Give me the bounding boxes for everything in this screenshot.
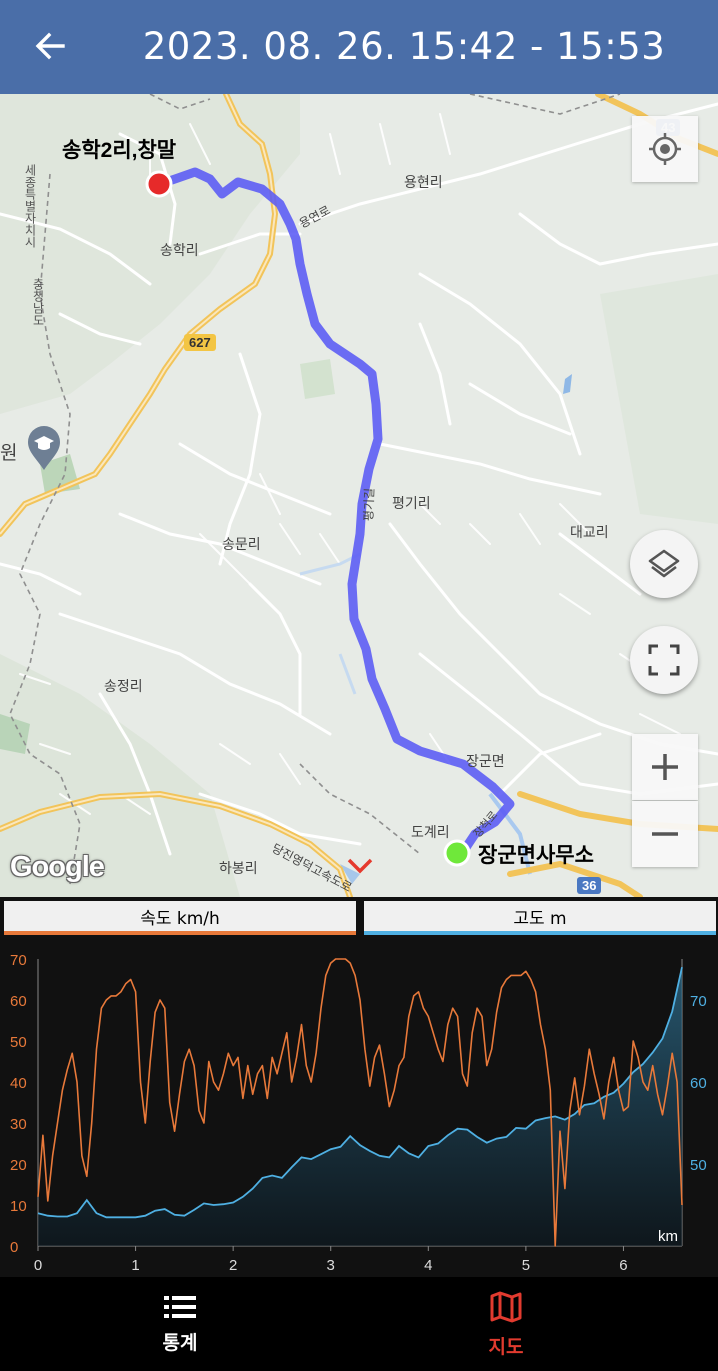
zoom-in-button[interactable]: [632, 734, 698, 800]
left-tick-label: 0: [10, 1239, 18, 1256]
chart-panel: 속도 km/h 고도 m 0 10 20 30 40 50 60 70 50 60 70 0 1 2 3 4 5…: [0, 897, 718, 1277]
place-label: 송학리: [160, 242, 199, 258]
x-unit-label: km: [658, 1228, 678, 1245]
bottom-navigation: 통계 지도: [0, 1277, 718, 1371]
route-line: [155, 167, 515, 854]
nav-stats[interactable]: 통계: [30, 1277, 330, 1371]
nav-map[interactable]: 지도: [356, 1277, 656, 1371]
x-tick-label: 0: [34, 1257, 42, 1274]
left-tick-label: 40: [10, 1075, 27, 1092]
road-label: 평기길: [361, 487, 377, 522]
region-label: 세종특별자치시: [23, 164, 37, 248]
left-tick-label: 50: [10, 1034, 27, 1051]
route-map[interactable]: 송학2리,창말 장군면사무소 용현리 송학리 평기리 대교리 송문리 송정리 장…: [0, 94, 718, 897]
nav-stats-label: 통계: [162, 1331, 198, 1354]
tab-speed[interactable]: 속도 km/h: [4, 901, 356, 935]
left-tick-label: 20: [10, 1157, 27, 1174]
chevron-down-icon: [347, 858, 373, 874]
zoom-out-button[interactable]: [632, 801, 698, 867]
place-label: 송정리: [104, 678, 143, 694]
end-marker[interactable]: [443, 839, 471, 867]
speed-altitude-chart[interactable]: 0 10 20 30 40 50 60 70 50 60 70 0 1 2 3 4 5 6 km: [0, 939, 718, 1277]
road-badge: 627: [184, 334, 216, 351]
app-root: 2023. 08. 26. 15:42 - 15:53 송학2리,창말 장군면사…: [0, 0, 718, 1371]
school-pin-icon[interactable]: [26, 424, 62, 472]
road-badge: 36: [577, 877, 602, 894]
left-tick-label: 70: [10, 952, 27, 969]
nav-map-label: 지도: [488, 1335, 524, 1358]
x-tick-label: 3: [327, 1257, 335, 1274]
right-tick-label: 60: [690, 1075, 707, 1092]
place-label: 원: [0, 443, 18, 464]
plus-icon: [652, 754, 678, 780]
place-label: 도계리: [411, 824, 450, 840]
right-tick-label: 50: [690, 1157, 707, 1174]
list-icon: [164, 1295, 196, 1318]
layers-icon: [648, 549, 680, 578]
place-label: 평기리: [392, 495, 431, 511]
top-app-bar: 2023. 08. 26. 15:42 - 15:53: [0, 0, 718, 94]
google-logo: Google: [10, 851, 105, 883]
back-button[interactable]: [28, 22, 72, 70]
x-tick-label: 2: [229, 1257, 237, 1274]
map-layers-button[interactable]: [630, 530, 698, 598]
start-label: 송학2리,창말: [62, 139, 177, 162]
place-label: 하봉리: [219, 860, 258, 876]
crosshair-icon: [649, 133, 681, 165]
place-label: 대교리: [570, 524, 609, 540]
fullscreen-button[interactable]: [630, 626, 698, 694]
altitude-area: [38, 967, 682, 1246]
arrow-left-icon: [35, 32, 65, 60]
place-label: 용현리: [404, 174, 443, 190]
x-tick-label: 1: [131, 1257, 139, 1274]
my-location-button[interactable]: [632, 116, 698, 182]
tab-altitude[interactable]: 고도 m: [364, 901, 716, 935]
start-marker[interactable]: [145, 170, 173, 198]
right-tick-label: 70: [690, 993, 707, 1010]
fullscreen-icon: [648, 644, 680, 676]
left-tick-label: 30: [10, 1116, 27, 1133]
map-icon: [490, 1291, 522, 1322]
region-label: 충청남도: [31, 278, 45, 326]
x-tick-label: 5: [522, 1257, 530, 1274]
page-title: 2023. 08. 26. 15:42 - 15:53: [142, 25, 666, 68]
minus-icon: [652, 832, 678, 836]
x-tick-label: 4: [424, 1257, 432, 1274]
end-label: 장군면사무소: [478, 844, 594, 867]
left-tick-label: 10: [10, 1198, 27, 1215]
place-label: 장군면: [466, 753, 505, 769]
left-tick-label: 60: [10, 993, 27, 1010]
x-tick-label: 6: [619, 1257, 627, 1274]
place-label: 송문리: [222, 536, 261, 552]
map-canvas[interactable]: [0, 94, 718, 897]
